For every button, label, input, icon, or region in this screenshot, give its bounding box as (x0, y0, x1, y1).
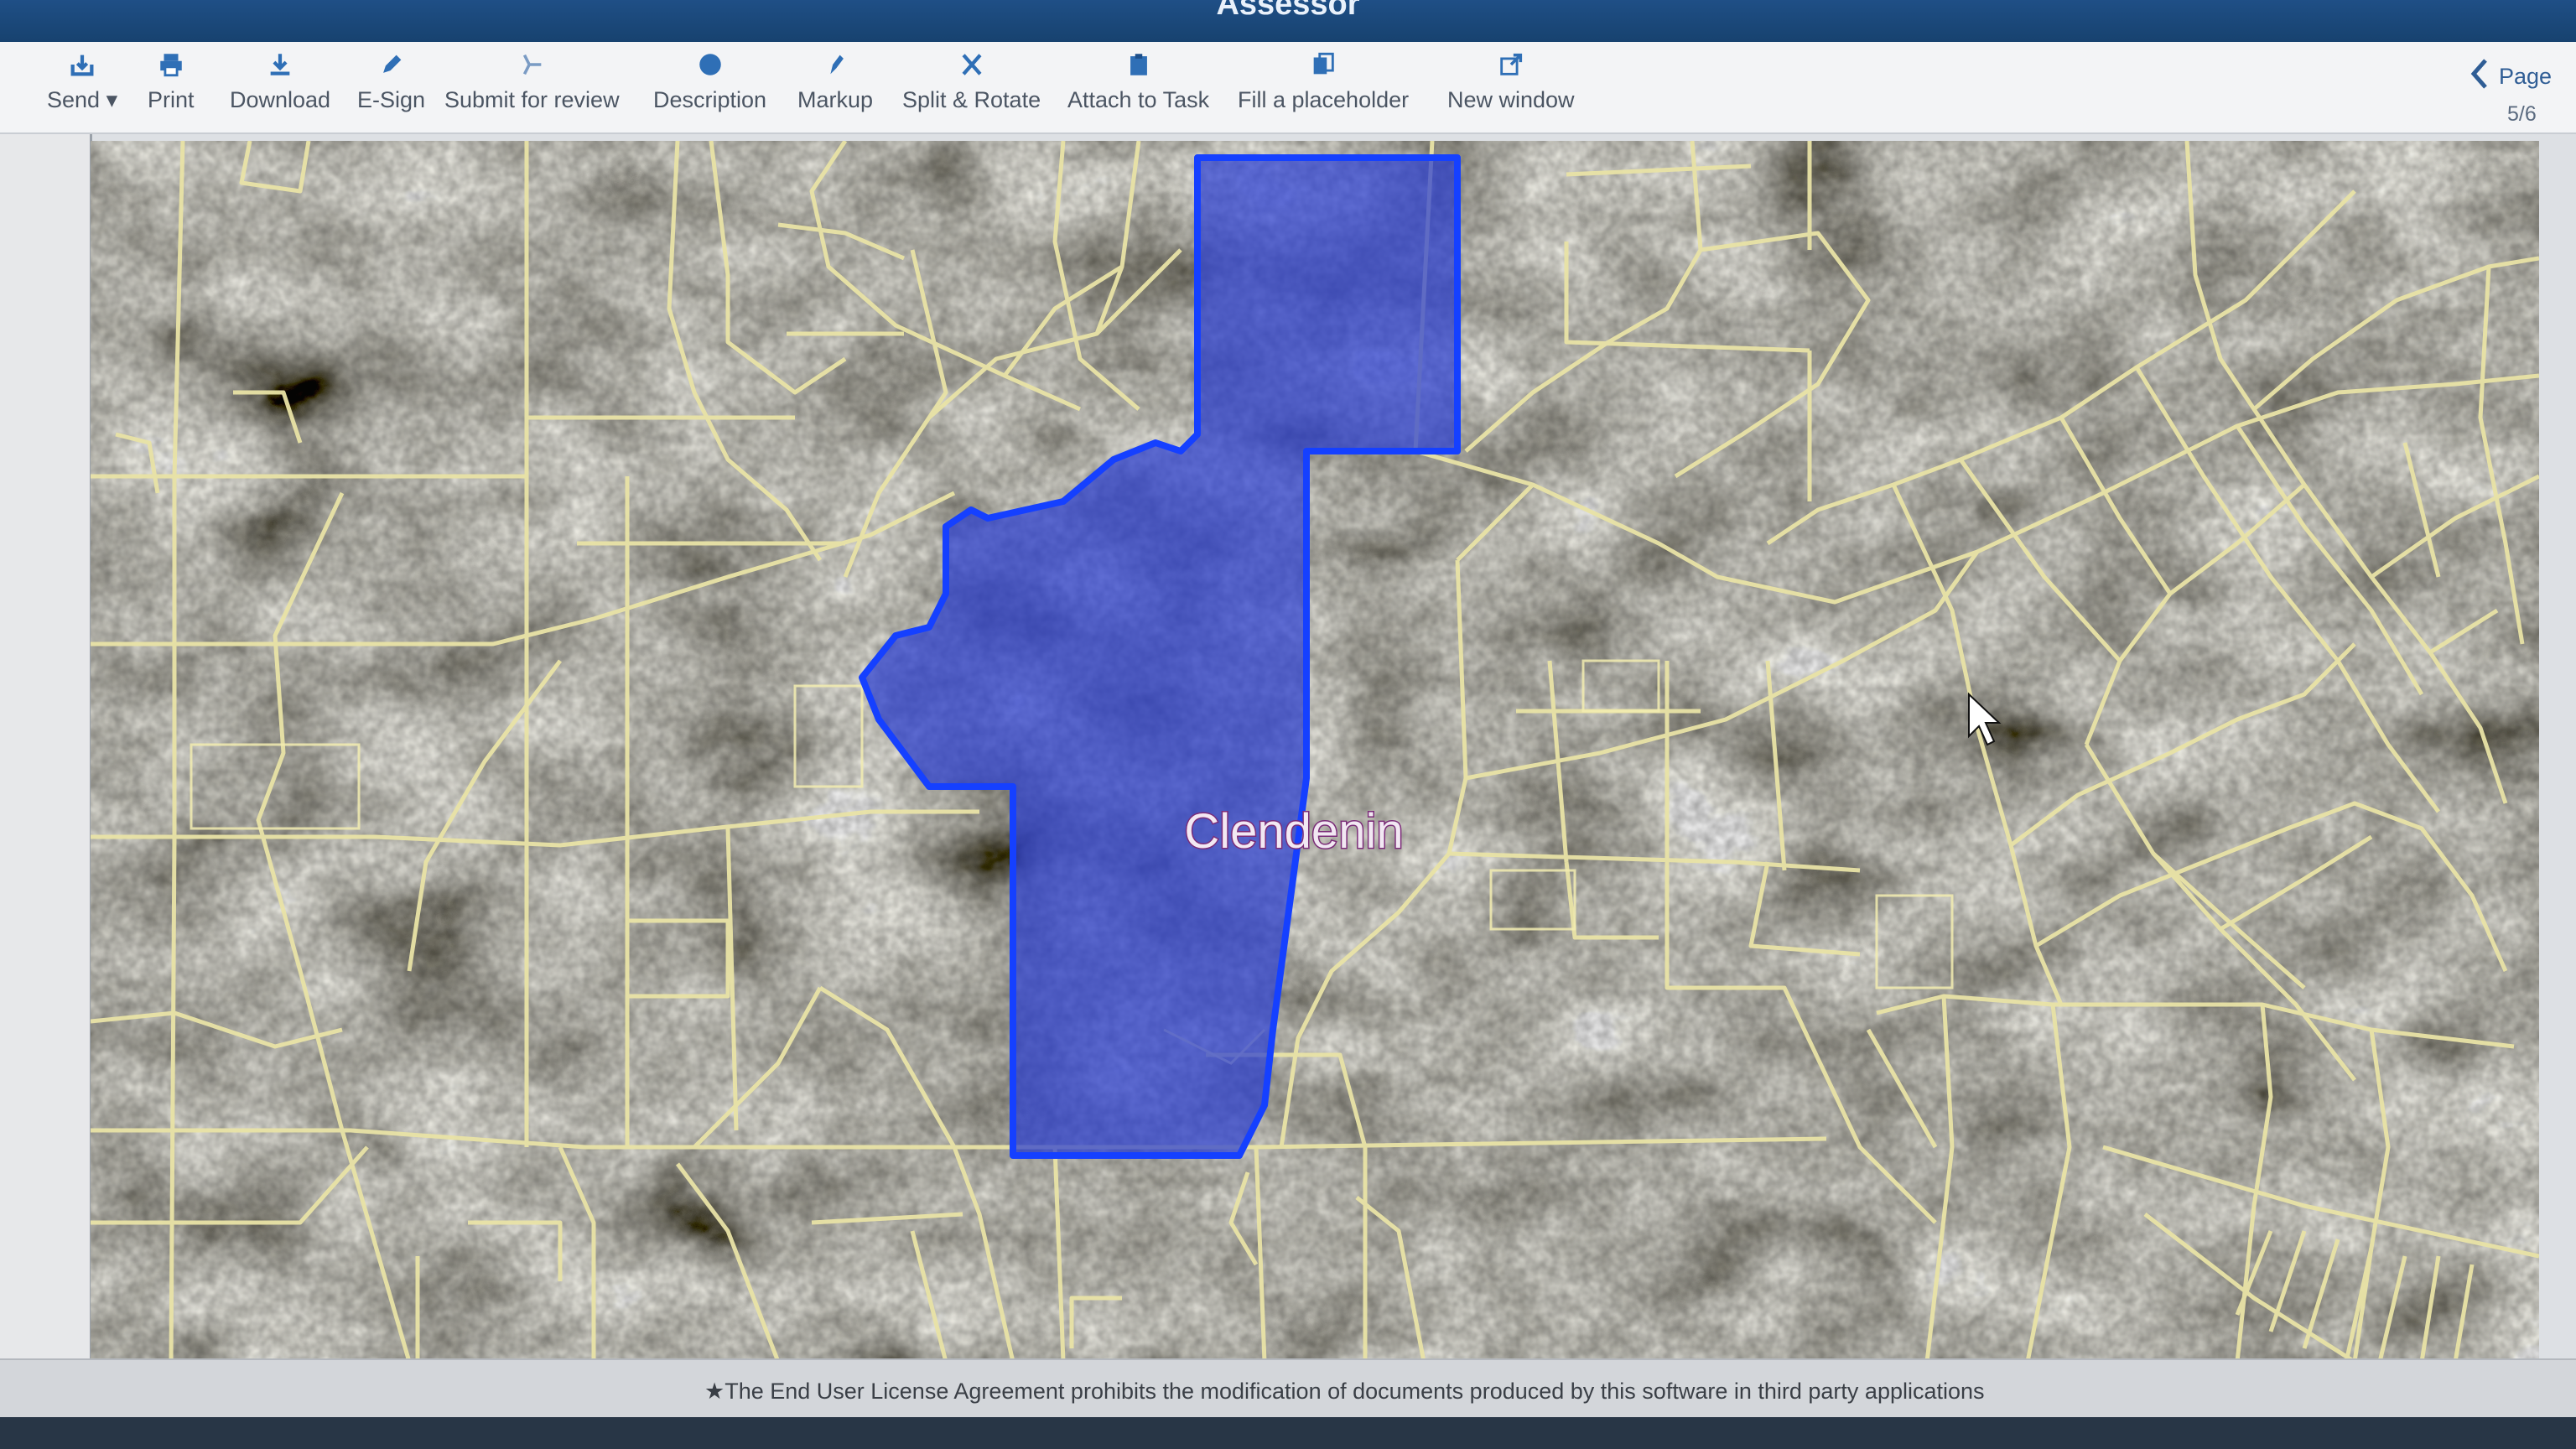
review-icon (523, 54, 542, 75)
scissors-icon (962, 54, 982, 75)
caret-down-icon: ▾ (100, 87, 118, 112)
esign-label: E-Sign (357, 87, 426, 112)
page-navigator: Page 5/6 (2467, 55, 2576, 131)
new-window-label: New window (1447, 87, 1575, 112)
parcel-map-image[interactable]: Clendenin (91, 141, 2539, 1362)
info-circle-icon (699, 54, 721, 75)
marker-icon (830, 55, 844, 75)
document-toolbar: Send ▾ Print Download E-Sign Submit for … (0, 42, 2576, 134)
submit-for-review-button[interactable]: Submit for review (444, 50, 620, 126)
download-icon (270, 54, 290, 75)
download-button[interactable]: Download (230, 50, 330, 126)
split-rotate-label: Split & Rotate (902, 87, 1041, 112)
print-label: Print (148, 87, 195, 112)
description-button[interactable]: Description (653, 50, 766, 126)
esign-button[interactable]: E-Sign (357, 50, 425, 126)
fill-placeholder-button[interactable]: Fill a placeholder (1238, 50, 1409, 126)
screen-bottom-bezel (0, 1417, 2576, 1449)
pen-icon (382, 55, 401, 73)
printer-icon (160, 54, 182, 77)
markup-button[interactable]: Markup (797, 50, 873, 126)
window-titlebar: Assessor (0, 0, 2576, 42)
parcel-map-svg: Clendenin (91, 141, 2539, 1362)
markup-label: Markup (797, 87, 874, 112)
fill-placeholder-label: Fill a placeholder (1238, 87, 1410, 112)
attach-task-label: Attach to Task (1067, 87, 1210, 112)
clipboard-icon (1130, 54, 1147, 75)
copy-document-icon (1313, 52, 1334, 75)
send-label: Send (47, 87, 101, 112)
new-window-button[interactable]: New window (1447, 50, 1575, 126)
external-link-icon (1500, 53, 1522, 75)
attach-to-task-button[interactable]: Attach to Task (1067, 50, 1209, 126)
license-footer: ★The End User License Agreement prohibit… (0, 1358, 2576, 1417)
download-label: Download (230, 87, 331, 112)
description-label: Description (653, 87, 767, 112)
page-label: Page (2499, 64, 2553, 89)
submit-review-label: Submit for review (444, 87, 620, 112)
thumbnail-strip[interactable] (0, 134, 92, 1358)
chevron-left-icon[interactable] (2467, 57, 2492, 91)
license-notice: ★The End User License Agreement prohibit… (704, 1379, 1985, 1404)
split-rotate-button[interactable]: Split & Rotate (902, 50, 1041, 126)
town-label: Clendenin (1184, 804, 1403, 859)
send-icon (70, 55, 94, 76)
page-count: 5/6 (2507, 102, 2537, 126)
send-button[interactable]: Send ▾ (47, 50, 117, 126)
print-button[interactable]: Print (148, 50, 195, 126)
window-title: Assessor (1216, 0, 1360, 22)
